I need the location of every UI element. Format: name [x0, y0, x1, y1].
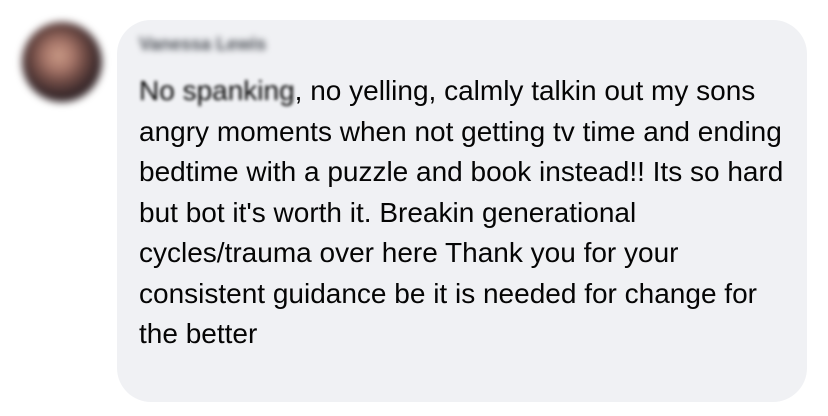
- comment-body-text: , no yelling, calmly talkin out my sons …: [139, 75, 784, 349]
- comment-row: Vanessa Lewis No spanking, no yelling, c…: [0, 0, 828, 416]
- avatar[interactable]: [22, 22, 102, 102]
- blurred-text-fragment: No spanking: [139, 75, 295, 106]
- author-name[interactable]: Vanessa Lewis: [139, 34, 266, 55]
- comment-text: No spanking, no yelling, calmly talkin o…: [139, 71, 799, 355]
